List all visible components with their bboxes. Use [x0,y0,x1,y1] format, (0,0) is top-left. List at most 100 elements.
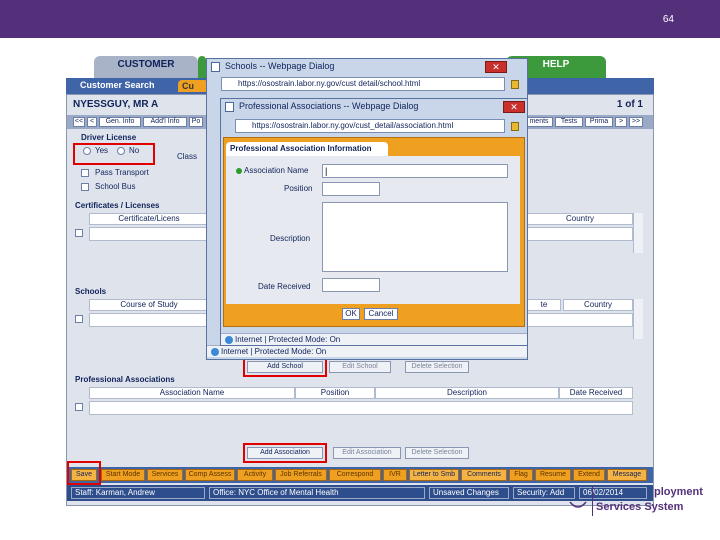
edit-association-button[interactable]: Edit Association [333,447,401,459]
assoc-col-date: Date Received [559,387,633,399]
schools-course-header: Course of Study [89,299,209,311]
page-icon [211,62,220,72]
logo-text-line2: Services System [596,501,684,513]
position-input[interactable] [322,182,380,196]
security-status: Security: Add [513,487,575,499]
staff-status: Staff: Karman, Andrew [71,487,205,499]
highlight-save [67,461,101,485]
association-form-panel: Professional Association Information Ass… [223,137,525,327]
pass-transport-label: Pass Transport [95,168,149,177]
highlight-driver-license [73,143,155,165]
description-textarea[interactable] [322,202,508,272]
school-bus-label: School Bus [95,182,136,191]
resume-button[interactable]: Resume [535,469,571,481]
tab-hidden[interactable] [198,56,206,78]
association-panel-title: Professional Association Information [226,142,388,156]
logo-divider [592,486,593,516]
message-button[interactable]: Message [607,469,647,481]
schools-close-button[interactable]: ✕ [485,61,507,73]
date-received-label: Date Received [258,282,311,291]
highlight-add-school [243,357,327,377]
driver-license-label: Driver License [81,133,137,142]
start-mode-button[interactable]: Start Mode [101,469,145,481]
cert-col-header: Certificate/Licens [89,213,209,225]
association-form-body: Association Name | Position Description … [226,156,520,304]
association-name-input[interactable]: | [322,164,508,178]
description-label: Description [270,234,311,243]
association-name-label: Association Name [244,166,309,175]
services-button[interactable]: Services [147,469,183,481]
tab-prima[interactable]: Prima [585,117,613,127]
subtab-cu[interactable]: Cu [178,80,208,92]
ivr-button[interactable]: IVR [383,469,407,481]
schools-status-strip: Internet | Protected Mode: On [207,345,527,357]
globe-icon [211,348,219,356]
customer-search-link[interactable]: Customer Search [80,80,155,90]
tab-ments[interactable]: ments [525,117,553,127]
schools-country-header: Country [563,299,633,311]
action-button-bar: Save Start Mode Services Comp Assess Act… [67,467,653,483]
cert-row-checkbox[interactable] [75,229,83,237]
schools-url-bar: https://osostrain.labor.ny.gov/cust deta… [221,77,505,91]
office-status: Office: NYC Office of Mental Health [209,487,425,499]
first-page-button[interactable]: << [73,117,85,127]
page-icon [225,102,234,112]
certificates-label: Certificates / Licenses [75,201,160,210]
schools-label: Schools [75,287,107,296]
tab-addl-info[interactable]: Add'l Info [143,117,187,127]
highlight-add-association [243,443,327,463]
pass-transport-checkbox[interactable] [81,169,89,177]
ok-button[interactable]: OK [342,308,360,320]
schools-dialog-title: Schools -- Webpage Dialog [225,61,335,71]
assoc-row[interactable] [89,401,633,415]
last-page-button[interactable]: >> [629,117,643,127]
date-status: 06/02/2014 [579,487,647,499]
tab-po[interactable]: Po [189,117,203,127]
school-bus-checkbox[interactable] [81,183,89,191]
edit-school-button[interactable]: Edit School [329,361,391,373]
lock-icon [511,122,519,131]
school-row-checkbox[interactable] [75,315,83,323]
slide-header-bar: 64 [0,0,720,38]
activity-button[interactable]: Activity [237,469,273,481]
required-indicator-icon [236,168,242,174]
delete-school-button[interactable]: Delete Selection [405,361,469,373]
comp-assess-button[interactable]: Comp Assess [185,469,235,481]
status-bar: Staff: Karman, Andrew Office: NYC Office… [67,485,653,501]
cancel-button[interactable]: Cancel [364,308,398,320]
globe-icon [225,336,233,344]
cert-scrollbar[interactable] [633,213,643,253]
prof-assoc-label: Professional Associations [75,375,175,384]
association-close-button[interactable]: ✕ [503,101,525,113]
logo-mark-icon [568,496,588,514]
assoc-col-name: Association Name [89,387,295,399]
next-page-button[interactable]: > [615,117,627,127]
tab-gen-info[interactable]: Gen. Info [99,117,141,127]
correspond-button[interactable]: Correspond [329,469,381,481]
job-referrals-button[interactable]: Job Referrals [275,469,327,481]
slide-number: 64 [662,14,674,25]
date-received-input[interactable] [322,278,380,292]
lock-icon [511,80,519,89]
schools-scrollbar[interactable] [633,299,643,339]
letter-to-smb-button[interactable]: Letter to Smb [409,469,459,481]
assoc-col-position: Position [295,387,375,399]
comments-button[interactable]: Comments [461,469,507,481]
customer-name: NYESSGUY, MR A [73,99,159,110]
position-label: Position [284,184,313,193]
logo-text-line1: ployment [654,486,703,498]
assoc-col-description: Description [375,387,559,399]
extend-button[interactable]: Extend [573,469,605,481]
flag-button[interactable]: Flag [509,469,533,481]
record-pager: 1 of 1 [616,99,643,110]
assoc-row-checkbox[interactable] [75,403,83,411]
tab-tests[interactable]: Tests [555,117,583,127]
cert-country-header: Country [527,213,633,225]
unsaved-status: Unsaved Changes [429,487,509,499]
tab-customer[interactable]: CUSTOMER [94,56,198,78]
prev-page-button[interactable]: < [87,117,97,127]
class-label: Class [177,152,198,161]
association-dialog: Professional Associations -- Webpage Dia… [220,98,528,346]
delete-association-button[interactable]: Delete Selection [405,447,469,459]
schools-te-header: te [527,299,561,311]
